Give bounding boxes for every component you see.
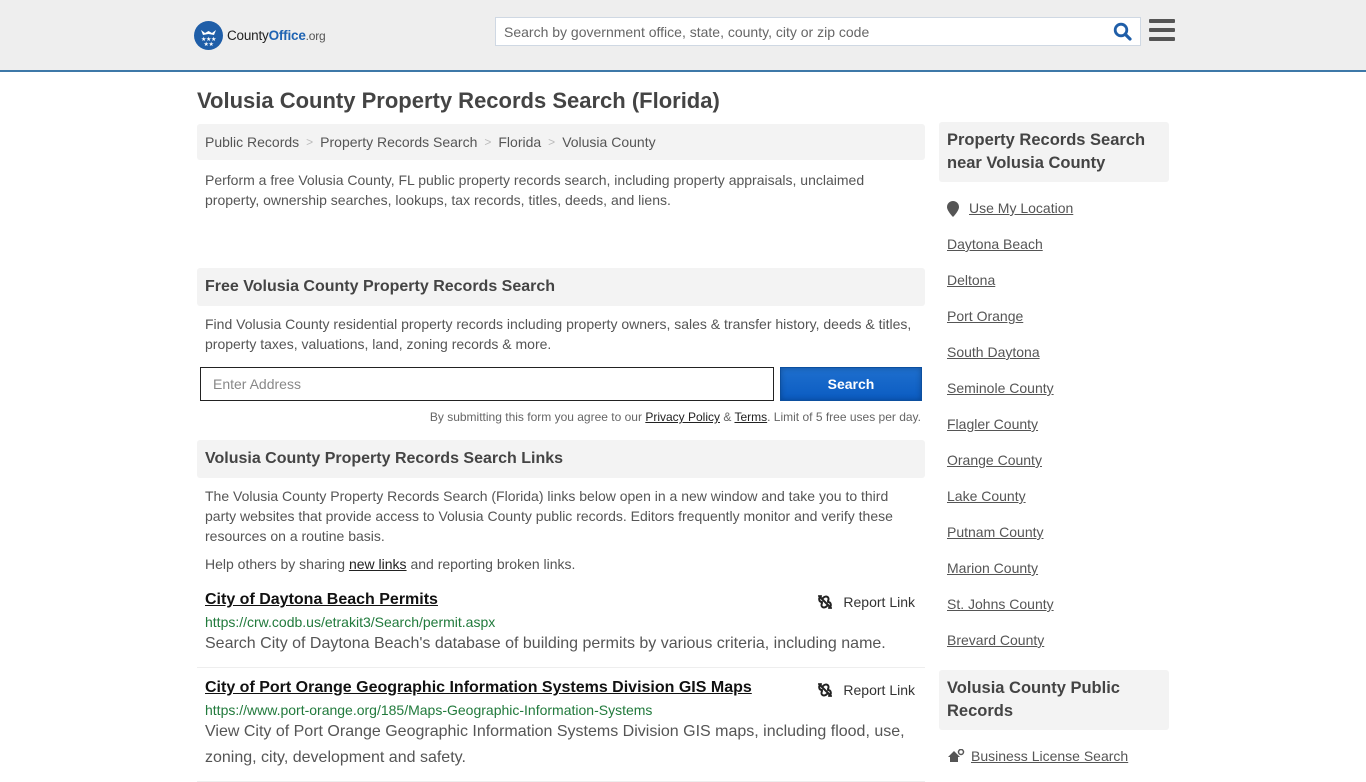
report-link-button[interactable]: Report Link: [817, 682, 915, 698]
eagle-stars-logo-icon: ★ ★ ★ ★ ★: [194, 20, 223, 50]
broken-link-icon: [818, 595, 833, 609]
resource-link-item: City of Daytona Beach Permits Report Lin…: [197, 580, 925, 668]
nearby-link[interactable]: Deltona: [947, 272, 995, 288]
resource-link-description: Search City of Daytona Beach's database …: [205, 635, 886, 652]
report-link-button[interactable]: Report Link: [817, 594, 915, 610]
disclaimer-amp: &: [720, 410, 735, 424]
nearby-item: Deltona: [947, 272, 1161, 308]
free-search-heading: Free Volusia County Property Records Sea…: [197, 268, 925, 306]
nearby-link[interactable]: St. Johns County: [947, 596, 1054, 612]
logo-tld: .org: [305, 28, 326, 43]
nearby-item: Lake County: [947, 488, 1161, 524]
nearby-item: Flagler County: [947, 416, 1161, 452]
disclaimer-prefix: By submitting this form you agree to our: [429, 410, 646, 424]
nearby-heading: Property Records Search near Volusia Cou…: [939, 122, 1169, 182]
privacy-policy-link[interactable]: Privacy Policy: [645, 410, 720, 424]
breadcrumb-florida[interactable]: Florida: [498, 134, 541, 150]
breadcrumb-separator: >: [484, 135, 492, 149]
search-icon[interactable]: [1108, 18, 1136, 46]
disclaimer-suffix: . Limit of 5 free uses per day.: [767, 410, 921, 424]
terms-link[interactable]: Terms: [734, 410, 767, 424]
nearby-item: Brevard County: [947, 632, 1161, 668]
logo-brand: Office: [268, 27, 306, 43]
business-license-search-link[interactable]: Business License Search: [971, 748, 1128, 764]
resource-link-item: City of Port Orange Geographic Informati…: [197, 668, 925, 782]
nearby-link[interactable]: Brevard County: [947, 632, 1044, 648]
hamburger-menu-icon[interactable]: [1149, 19, 1175, 43]
help-prefix: Help others by sharing: [205, 556, 349, 572]
top-header: ★ ★ ★ ★ ★ CountyOffice.org: [0, 0, 1366, 72]
report-link-label: Report Link: [843, 594, 915, 610]
svg-text:★: ★: [209, 41, 214, 48]
nearby-list: Use My Location Daytona Beach Deltona Po…: [939, 182, 1169, 668]
form-disclaimer: By submitting this form you agree to our…: [197, 410, 925, 440]
nearby-item: South Daytona: [947, 344, 1161, 380]
use-my-location-link[interactable]: Use My Location: [969, 200, 1073, 216]
address-input[interactable]: [200, 367, 774, 401]
links-section-heading: Volusia County Property Records Search L…: [197, 440, 925, 478]
nearby-link[interactable]: South Daytona: [947, 344, 1040, 360]
nearby-item: Seminole County: [947, 380, 1161, 416]
address-search-button[interactable]: Search: [780, 367, 922, 401]
resource-link-url: https://crw.codb.us/etrakit3/Search/perm…: [205, 614, 496, 630]
nearby-item: Marion County: [947, 560, 1161, 596]
breadcrumb-separator: >: [548, 135, 556, 149]
site-search-input[interactable]: [496, 18, 1108, 45]
report-link-label: Report Link: [843, 682, 915, 698]
breadcrumb: Public Records > Property Records Search…: [197, 124, 925, 160]
free-search-description: Find Volusia County residential property…: [205, 316, 912, 352]
nearby-link[interactable]: Marion County: [947, 560, 1038, 576]
logo-prefix: County: [227, 27, 269, 43]
help-text: Help others by sharing new links and rep…: [197, 546, 925, 572]
gear-home-icon: [948, 749, 965, 762]
intro-text: Perform a free Volusia County, FL public…: [205, 172, 865, 208]
nearby-item: St. Johns County: [947, 596, 1161, 632]
map-pin-icon: [947, 201, 959, 217]
nearby-link[interactable]: Lake County: [947, 488, 1026, 504]
public-records-heading: Volusia County Public Records: [939, 670, 1169, 730]
logo-wordmark: CountyOffice.org: [227, 28, 326, 43]
breadcrumb-public-records[interactable]: Public Records: [205, 134, 299, 150]
breadcrumb-separator: >: [306, 135, 314, 149]
page-title: Volusia County Property Records Search (…: [197, 88, 720, 113]
nearby-item: Port Orange: [947, 308, 1161, 344]
public-records-item: Business License Search: [939, 730, 1169, 764]
breadcrumb-volusia-county[interactable]: Volusia County: [562, 134, 655, 150]
site-logo[interactable]: ★ ★ ★ ★ ★ CountyOffice.org: [194, 20, 326, 50]
links-intro-text: The Volusia County Property Records Sear…: [205, 488, 893, 544]
help-suffix: and reporting broken links.: [406, 556, 576, 572]
resource-link-title[interactable]: City of Port Orange Geographic Informati…: [205, 679, 752, 697]
nearby-link[interactable]: Flagler County: [947, 416, 1038, 432]
broken-link-icon: [818, 683, 833, 697]
site-search-bar: [495, 17, 1141, 46]
resource-link-title[interactable]: City of Daytona Beach Permits: [205, 591, 438, 609]
nearby-link[interactable]: Daytona Beach: [947, 236, 1043, 252]
breadcrumb-property-records-search[interactable]: Property Records Search: [320, 134, 477, 150]
nearby-item: Putnam County: [947, 524, 1161, 560]
resource-link-description: View City of Port Orange Geographic Info…: [205, 723, 905, 766]
main-content: Public Records > Property Records Search…: [197, 124, 925, 782]
use-my-location-item: Use My Location: [947, 200, 1161, 236]
address-search-form: Search: [197, 367, 925, 401]
nearby-item: Daytona Beach: [947, 236, 1161, 272]
resource-link-url: https://www.port-orange.org/185/Maps-Geo…: [205, 702, 653, 718]
sidebar: Property Records Search near Volusia Cou…: [939, 122, 1169, 764]
nearby-item: Orange County: [947, 452, 1161, 488]
nearby-link[interactable]: Seminole County: [947, 380, 1054, 396]
new-links-link[interactable]: new links: [349, 556, 407, 572]
nearby-link[interactable]: Port Orange: [947, 308, 1023, 324]
nearby-link[interactable]: Putnam County: [947, 524, 1044, 540]
nearby-link[interactable]: Orange County: [947, 452, 1042, 468]
